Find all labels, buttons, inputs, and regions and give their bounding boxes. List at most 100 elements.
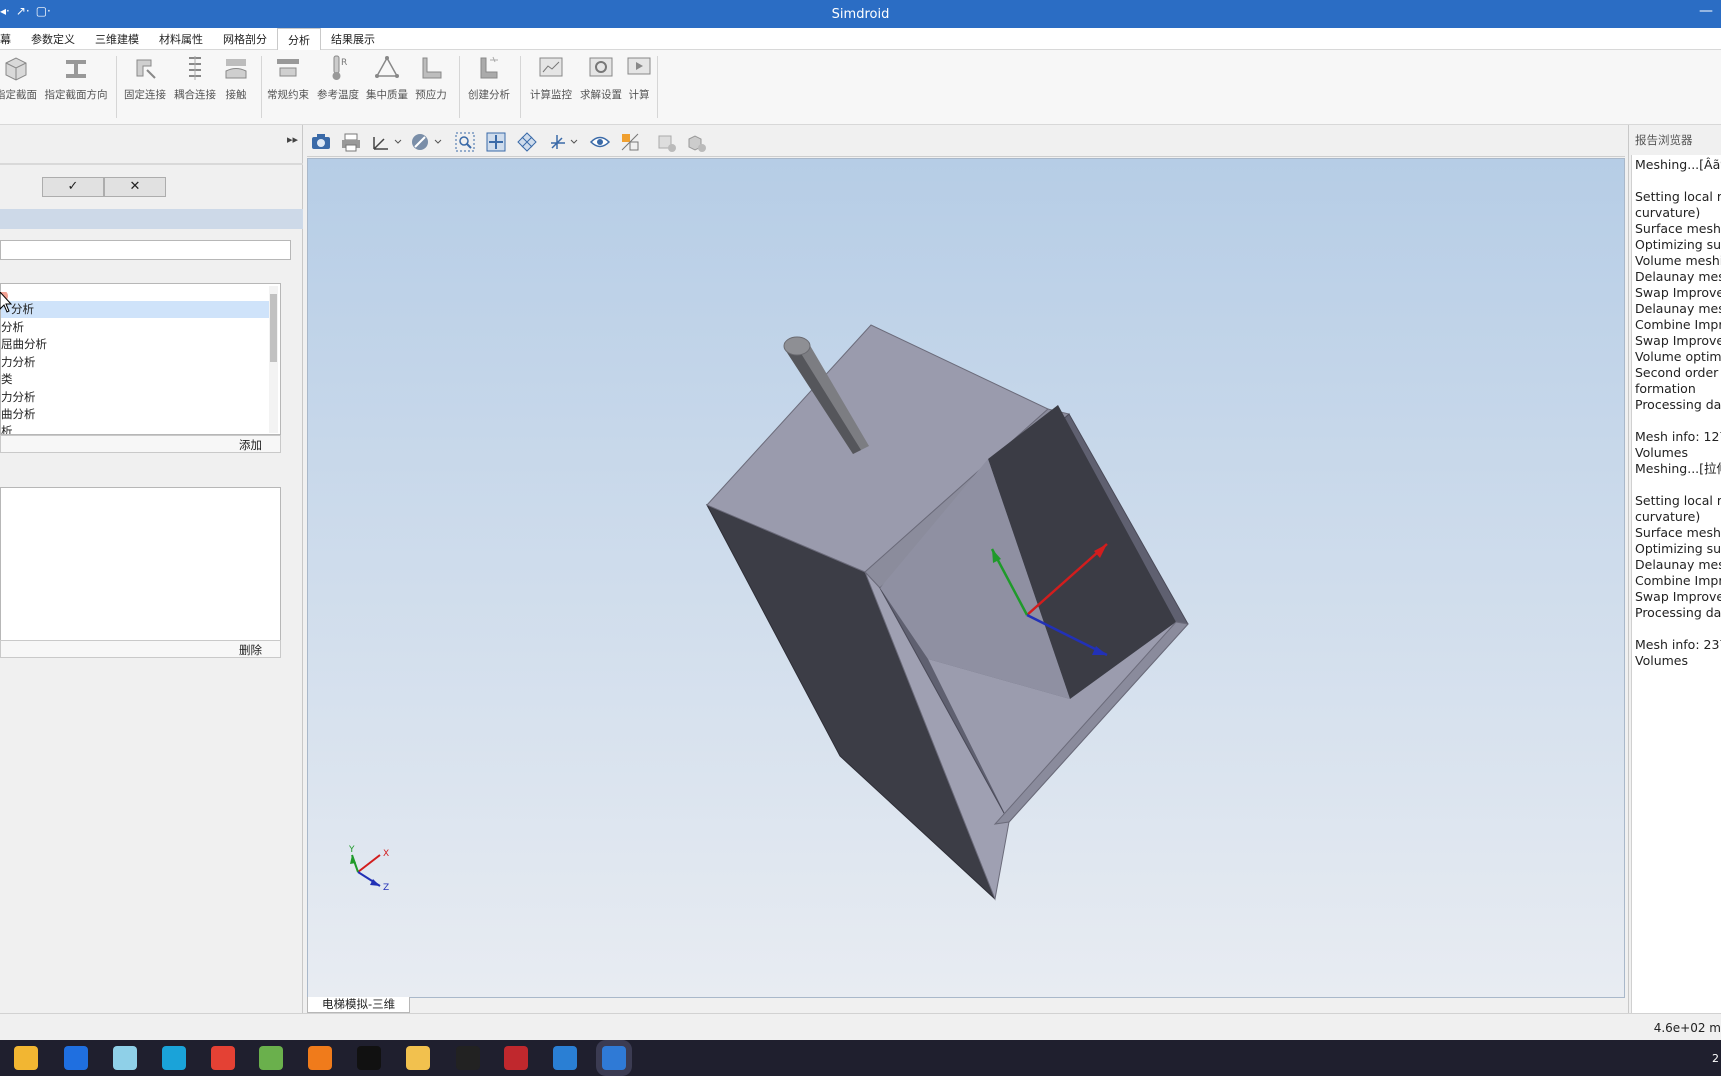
visibility-icon[interactable] [589,131,611,153]
list-item[interactable]: 屈曲分析 [1,336,47,353]
log-line: Optimizing sur [1635,541,1721,556]
hide-object-icon[interactable] [656,131,678,153]
maps-icon[interactable] [259,1046,283,1070]
ribbon-contact-button[interactable]: 接触 [211,50,261,102]
add-bar: 添加 [0,435,281,453]
log-line: Swap Improve [1635,333,1721,348]
tab-material[interactable]: 材料属性 [149,28,213,50]
log-line: Swap Improve [1635,589,1721,604]
lenovo-icon[interactable] [64,1046,88,1070]
ribbon-lumped-mass-button[interactable]: 集中质量 [362,50,412,102]
scale-readout: 4.6e+02 m [1653,1021,1721,1035]
checkmark-icon: ✓ [67,179,79,194]
log-line: formation [1635,381,1696,396]
steam-like-icon[interactable] [553,1046,577,1070]
analysis-name-input[interactable] [0,240,291,260]
report-log[interactable]: Meshing...[Âãº Setting local m curvature… [1631,155,1721,1013]
show-object-icon[interactable] [685,131,707,153]
log-line: Processing dat [1635,605,1721,620]
ok-button[interactable]: ✓ [42,177,104,197]
ribbon-reference-temperature-button[interactable]: R 参考温度 [313,50,363,102]
list-item[interactable]: 力分析 [1,354,36,371]
log-line: Processing dat [1635,397,1721,412]
axes-dropdown-icon[interactable] [370,131,404,153]
folder-icon[interactable] [406,1046,430,1070]
3d-viewer: X Y Z 电梯模拟-三维 [307,125,1625,1013]
add-button[interactable]: 添加 [239,437,262,453]
log-line: Mesh info: 237 [1635,637,1721,652]
section-icon [5,57,27,81]
log-line: Surface meshin [1635,221,1721,236]
fit-all-icon[interactable] [485,131,507,153]
display-mode-dropdown-icon[interactable] [410,131,444,153]
simdroid-icon[interactable] [602,1046,626,1070]
compute-icon [627,57,651,75]
triad-y-label: Y [348,845,355,855]
ribbon-section-button[interactable]: 指定截面 [0,50,40,102]
thermometer-icon: R [332,55,347,80]
search-app-icon[interactable] [308,1046,332,1070]
minimize-button[interactable]: — [1699,3,1713,19]
rotate-axes-dropdown-icon[interactable] [547,131,579,153]
log-line: Setting local m [1635,189,1721,204]
collapse-panel-icon[interactable]: ▸▸ [287,133,298,146]
log-line: Meshing...[Âãº [1635,157,1721,172]
list-item[interactable]: 析 [1,423,13,434]
tab-parameters[interactable]: 参数定义 [21,28,85,50]
log-line: curvature) [1635,205,1701,220]
ribbon-constraint-button[interactable]: 常规约束 [263,50,313,102]
pan-icon[interactable] [516,131,538,153]
log-line: Volumes [1635,445,1689,460]
selected-analyses-list[interactable] [0,487,281,641]
list-scrollbar[interactable] [269,286,278,433]
ribbon-prestress-button[interactable]: 预应力 [406,50,456,102]
notes-icon[interactable] [113,1046,137,1070]
log-line: Volume meshin [1635,253,1721,268]
ribbon-section-direction-button[interactable]: 指定截面方向 [44,50,108,102]
log-line: Volume optimi [1635,349,1721,364]
ribbon-fixed-connection-button[interactable]: 固定连接 [120,50,170,102]
chrome-icon[interactable] [211,1046,235,1070]
tab-partial[interactable]: 幕 [0,28,21,50]
mouse-cursor-icon [0,292,13,313]
elevator-model[interactable] [705,324,1189,901]
taskbar: 2 [0,1040,1721,1076]
viewer-tab[interactable]: 电梯模拟-三维 [307,997,411,1013]
ribbon-compute-monitor-button[interactable]: 计算监控 [526,50,576,102]
list-item[interactable]: 力分析 [1,389,36,406]
panel-divider [0,163,303,165]
model-viewport[interactable]: X Y Z [307,158,1625,998]
screenshot-icon[interactable] [310,131,332,153]
report-browser: 报告浏览器 Meshing...[Âãº Setting local m cur… [1628,125,1721,1013]
tab-analysis[interactable]: 分析 [277,28,321,51]
solidworks-icon[interactable] [504,1046,528,1070]
edge-icon[interactable] [162,1046,186,1070]
zoom-box-icon[interactable] [454,131,476,153]
list-item[interactable]: 类 [1,371,13,388]
triad-x-label: X [383,849,389,859]
ribbon-create-analysis-button[interactable]: 创建分析 [464,50,514,102]
scrollbar-thumb[interactable] [270,294,277,362]
cancel-button[interactable]: ✕ [104,177,166,197]
record-icon[interactable] [456,1046,480,1070]
print-icon[interactable] [340,131,362,153]
tab-3d-modeling[interactable]: 三维建模 [85,28,149,50]
ribbon-separator [459,56,460,118]
analysis-type-list[interactable]: 分析 分析 屈曲分析 力分析 类 力分析 曲分析 析 [0,283,281,435]
list-item[interactable]: 分析 [1,319,24,336]
section-plane-icon[interactable] [619,131,641,153]
tiktok-icon[interactable] [357,1046,381,1070]
list-item[interactable]: 曲分析 [1,406,36,423]
section-direction-icon [66,60,86,78]
log-line: Surface meshin [1635,525,1721,540]
tab-meshing[interactable]: 网格剖分 [213,28,277,50]
ribbon-compute-button[interactable]: 计算 [615,50,663,102]
tab-results[interactable]: 结果展示 [321,28,385,50]
delete-button[interactable]: 删除 [239,642,262,658]
log-line: Delaunay mesh [1635,269,1721,284]
list-item[interactable]: 分析 [1,301,270,318]
log-line: Meshing...[拉伸 [1635,461,1721,476]
file-explorer-icon[interactable] [14,1046,38,1070]
model-canvas[interactable]: X Y Z [308,159,1624,997]
monitor-icon [539,57,563,77]
